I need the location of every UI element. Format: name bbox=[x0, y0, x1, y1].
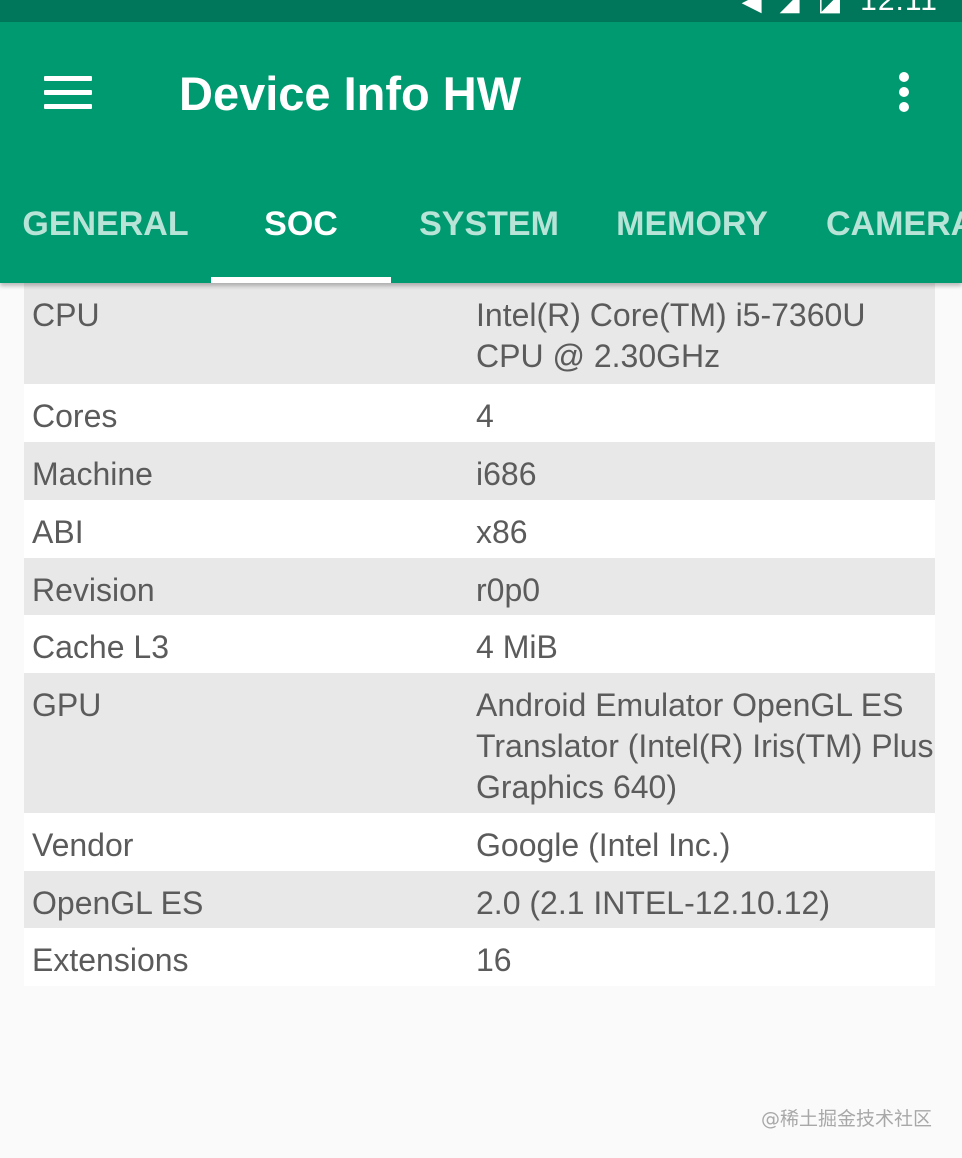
tab-soc[interactable]: SOC bbox=[211, 182, 391, 283]
tab-camera[interactable]: CAMERA bbox=[826, 182, 962, 283]
more-options-icon[interactable] bbox=[890, 70, 920, 116]
signal-icon: ◢ bbox=[779, 0, 800, 16]
mute-icon: ◀ bbox=[741, 0, 762, 16]
table-row: Extensions 16 bbox=[24, 928, 935, 986]
row-value: Intel(R) Core(TM) i5-7360U CPU @ 2.30GHz bbox=[476, 297, 866, 374]
row-label: Cores bbox=[32, 398, 118, 434]
table-row: Cache L3 4 MiB bbox=[24, 615, 935, 673]
tab-bar: GENERAL SOC SYSTEM MEMORY CAMERA bbox=[0, 182, 962, 283]
row-label: Machine bbox=[32, 456, 153, 492]
table-row: ABI x86 bbox=[24, 500, 935, 558]
watermark: @稀土掘金技术社区 bbox=[760, 1108, 932, 1130]
status-time: 12:11 bbox=[860, 0, 938, 17]
app-title: Device Info HW bbox=[179, 67, 522, 120]
tab-memory[interactable]: MEMORY bbox=[587, 182, 797, 283]
row-value: x86 bbox=[476, 514, 528, 550]
status-icons: ◀ ◢ ◪ 12:11 bbox=[742, 0, 938, 16]
row-value: i686 bbox=[476, 456, 537, 492]
status-bar: ◀ ◢ ◪ 12:11 bbox=[0, 0, 962, 22]
table-row: Revision r0p0 bbox=[24, 558, 935, 615]
row-value: 4 bbox=[476, 398, 494, 434]
battery-icon: ◪ bbox=[817, 0, 843, 16]
row-label: CPU bbox=[32, 297, 100, 333]
table-row: Vendor Google (Intel Inc.) bbox=[24, 813, 935, 871]
table-row: CPU Intel(R) Core(TM) i5-7360U CPU @ 2.3… bbox=[24, 283, 935, 384]
tab-system[interactable]: SYSTEM bbox=[391, 182, 587, 283]
row-value: 4 MiB bbox=[476, 629, 558, 665]
row-value: Google (Intel Inc.) bbox=[476, 827, 731, 863]
table-row: GPU Android Emulator OpenGL ES Translato… bbox=[24, 673, 935, 813]
row-label: OpenGL ES bbox=[32, 885, 204, 921]
row-label: Cache L3 bbox=[32, 629, 169, 665]
row-label: Revision bbox=[32, 572, 155, 608]
table-row: Machine i686 bbox=[24, 442, 935, 500]
row-label: GPU bbox=[32, 687, 102, 723]
menu-icon[interactable] bbox=[44, 73, 92, 111]
app-bar: Device Info HW GENERAL SOC SYSTEM MEMORY… bbox=[0, 22, 962, 283]
row-value: 2.0 (2.1 INTEL-12.10.12) bbox=[476, 885, 830, 921]
row-value: 16 bbox=[476, 942, 512, 978]
table-row: OpenGL ES 2.0 (2.1 INTEL-12.10.12) bbox=[24, 871, 935, 928]
row-value: Android Emulator OpenGL ES Translator (I… bbox=[476, 687, 934, 805]
soc-info-table: CPU Intel(R) Core(TM) i5-7360U CPU @ 2.3… bbox=[24, 283, 935, 986]
row-label: Extensions bbox=[32, 942, 189, 978]
tab-general[interactable]: GENERAL bbox=[0, 182, 211, 283]
row-value: r0p0 bbox=[476, 572, 541, 608]
table-row: Cores 4 bbox=[24, 384, 935, 442]
row-label: ABI bbox=[32, 514, 84, 550]
row-label: Vendor bbox=[32, 827, 134, 863]
tab-indicator bbox=[211, 277, 391, 283]
